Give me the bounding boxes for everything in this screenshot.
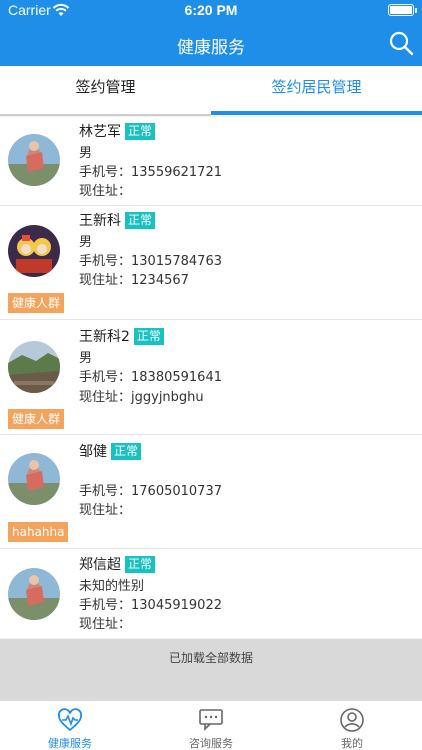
app-header: Carrier 6:20 PM 健康服务 bbox=[0, 0, 422, 66]
resident-name: 王新科 bbox=[79, 213, 121, 229]
heart-pulse-icon bbox=[58, 708, 82, 732]
resident-gender: 男 bbox=[79, 146, 93, 161]
group-tag: 健康人群 bbox=[8, 293, 65, 313]
clock: 6:20 PM bbox=[184, 2, 238, 18]
battery-icon bbox=[388, 4, 417, 16]
bottom-tab-bar: 健康服务 咨询服务 我的 bbox=[0, 700, 422, 750]
person-icon bbox=[340, 708, 364, 732]
avatar bbox=[8, 134, 60, 186]
resident-list[interactable]: 林艺军 正常 男 手机号：13559621721 现住址： 王新科 正常 男 手… bbox=[0, 117, 422, 638]
tabbar-item-consult-service[interactable]: 咨询服务 bbox=[141, 701, 281, 750]
chat-icon bbox=[199, 709, 223, 731]
tab-resident-management[interactable]: 签约居民管理 bbox=[211, 66, 422, 116]
status-badge: 正常 bbox=[125, 123, 156, 140]
list-item[interactable]: 王新科2 正常 男 手机号：18380591641 现住址：jggyjnbghu … bbox=[0, 320, 422, 435]
phone-value: 13559621721 bbox=[131, 165, 222, 180]
resident-phone: 手机号：18380591641 bbox=[79, 366, 222, 385]
resident-name: 林艺军 bbox=[79, 124, 121, 140]
resident-gender: 男 bbox=[79, 235, 93, 250]
resident-name: 邹健 bbox=[79, 444, 107, 460]
group-tag: hahahha bbox=[8, 522, 69, 542]
resident-name: 郑信超 bbox=[79, 557, 121, 573]
avatar bbox=[8, 568, 60, 620]
avatar bbox=[8, 453, 60, 505]
status-bar: Carrier 6:20 PM bbox=[0, 0, 422, 22]
resident-gender: 男 bbox=[79, 351, 93, 366]
avatar bbox=[8, 225, 60, 277]
address-value: jggyjnbghu bbox=[131, 390, 204, 405]
phone-label: 手机号： bbox=[79, 165, 132, 180]
list-item[interactable]: 邹健 正常 手机号：17605010737 现住址： hahahha bbox=[0, 435, 422, 549]
status-badge: 正常 bbox=[125, 212, 156, 229]
status-badge: 正常 bbox=[111, 443, 142, 460]
avatar bbox=[8, 341, 60, 393]
address-label: 现住址： bbox=[79, 273, 132, 288]
tabbar-item-health-service[interactable]: 健康服务 bbox=[0, 701, 140, 750]
tabbar-label: 我的 bbox=[341, 737, 363, 750]
status-badge: 正常 bbox=[125, 556, 156, 573]
tabbar-label: 咨询服务 bbox=[189, 737, 233, 750]
address-label: 现住址： bbox=[79, 390, 132, 405]
phone-value: 13015784763 bbox=[131, 254, 222, 269]
list-end-message: 已加载全部数据 bbox=[0, 639, 422, 700]
group-tag: 健康人群 bbox=[8, 409, 65, 429]
phone-label: 手机号： bbox=[79, 370, 132, 385]
resident-name-line: 王新科 正常 bbox=[79, 210, 156, 230]
phone-label: 手机号： bbox=[79, 254, 132, 269]
tab-sign-management[interactable]: 签约管理 bbox=[0, 66, 211, 116]
resident-phone: 手机号：13559621721 bbox=[79, 161, 222, 180]
list-item[interactable]: 林艺军 正常 男 手机号：13559621721 现住址： bbox=[0, 117, 422, 206]
resident-address: 现住址： bbox=[79, 499, 131, 518]
resident-phone: 手机号：13015784763 bbox=[79, 250, 222, 269]
resident-address: 现住址： bbox=[79, 180, 131, 199]
address-label: 现住址： bbox=[79, 184, 132, 199]
address-label: 现住址： bbox=[79, 617, 132, 632]
tabbar-label: 健康服务 bbox=[48, 737, 92, 750]
resident-name-line: 林艺军 正常 bbox=[79, 121, 156, 141]
phone-value: 13045919022 bbox=[131, 598, 222, 613]
resident-phone: 手机号：13045919022 bbox=[79, 594, 222, 613]
phone-label: 手机号： bbox=[79, 484, 132, 499]
resident-name-line: 邹健 正常 bbox=[79, 441, 142, 461]
search-icon[interactable] bbox=[388, 30, 414, 56]
tabbar-item-mine[interactable]: 我的 bbox=[282, 701, 422, 750]
phone-value: 18380591641 bbox=[131, 370, 222, 385]
phone-label: 手机号： bbox=[79, 598, 132, 613]
tab-bar: 签约管理 签约居民管理 bbox=[0, 66, 422, 116]
resident-gender: 未知的性别 bbox=[79, 579, 145, 594]
list-item[interactable]: 郑信超 正常 未知的性别 手机号：13045919022 现住址： bbox=[0, 549, 422, 638]
resident-name-line: 王新科2 正常 bbox=[79, 326, 164, 346]
resident-address: 现住址： bbox=[79, 613, 131, 632]
phone-value: 17605010737 bbox=[131, 484, 222, 499]
list-item[interactable]: 王新科 正常 男 手机号：13015784763 现住址：1234567 健康人群 bbox=[0, 206, 422, 320]
resident-name-line: 郑信超 正常 bbox=[79, 554, 156, 574]
address-value: 1234567 bbox=[131, 273, 189, 288]
page-title: 健康服务 bbox=[177, 38, 245, 58]
resident-phone: 手机号：17605010737 bbox=[79, 480, 222, 499]
tab-active-indicator bbox=[211, 111, 422, 115]
status-badge: 正常 bbox=[133, 328, 164, 345]
resident-address: 现住址：1234567 bbox=[79, 269, 189, 288]
resident-name: 王新科2 bbox=[79, 329, 130, 345]
resident-address: 现住址：jggyjnbghu bbox=[79, 386, 204, 405]
address-label: 现住址： bbox=[79, 503, 132, 518]
